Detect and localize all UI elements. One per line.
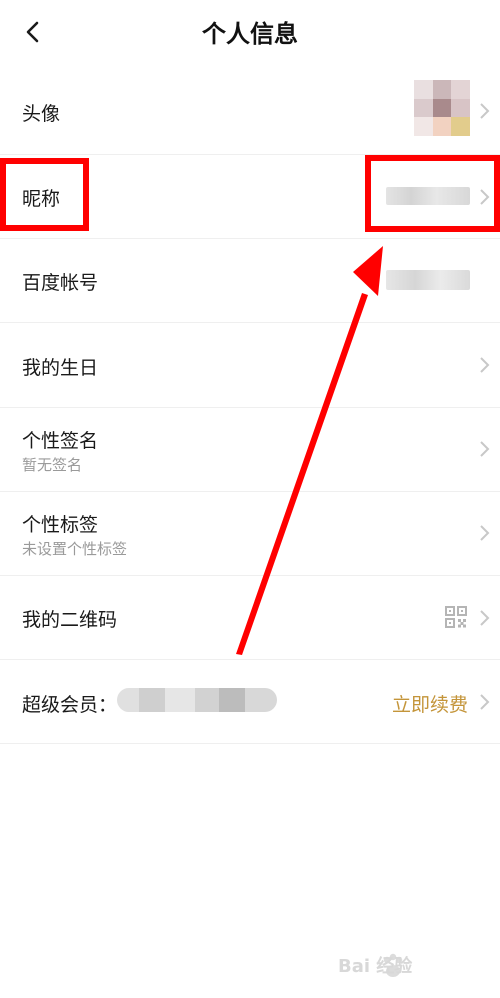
row-label-signature: 个性签名 [22, 430, 99, 452]
row-label-super-member: 超级会员： [22, 694, 118, 716]
avatar[interactable] [414, 80, 470, 136]
row-birthday[interactable]: 我的生日 [0, 323, 500, 408]
highlight-box-nickname-label [0, 158, 89, 231]
chevron-right-icon [480, 103, 490, 119]
baidu-jingyan-watermark: Bai 经验 [338, 952, 478, 982]
top-nav-bar: 个人信息 [0, 0, 500, 64]
highlight-box-nickname-value [365, 155, 500, 232]
row-qr-code[interactable]: 我的二维码 [0, 576, 500, 660]
qr-code-icon [445, 606, 467, 628]
row-label-avatar: 头像 [22, 103, 61, 125]
row-label-birthday: 我的生日 [22, 357, 99, 379]
watermark-text: Bai 经验 [338, 956, 413, 977]
chevron-right-icon [480, 694, 490, 710]
member-status-redacted [117, 688, 277, 712]
row-sub-signature: 暂无签名 [22, 456, 83, 474]
row-tags[interactable]: 个性标签 未设置个性标签 [0, 492, 500, 576]
page-title: 个人信息 [202, 20, 298, 48]
renew-now-link[interactable]: 立即续费 [392, 690, 468, 717]
row-label-tags: 个性标签 [22, 514, 99, 536]
row-sub-tags: 未设置个性标签 [22, 540, 128, 558]
chevron-right-icon [480, 525, 490, 541]
row-label-qr-code: 我的二维码 [22, 609, 118, 631]
chevron-right-icon [480, 441, 490, 457]
row-signature[interactable]: 个性签名 暂无签名 [0, 408, 500, 492]
account-value-redacted [386, 270, 470, 290]
chevron-right-icon [480, 610, 490, 626]
row-baidu-account: 百度帐号 [0, 239, 500, 323]
chevron-right-icon [480, 357, 490, 373]
row-label-baidu-account: 百度帐号 [22, 272, 99, 294]
